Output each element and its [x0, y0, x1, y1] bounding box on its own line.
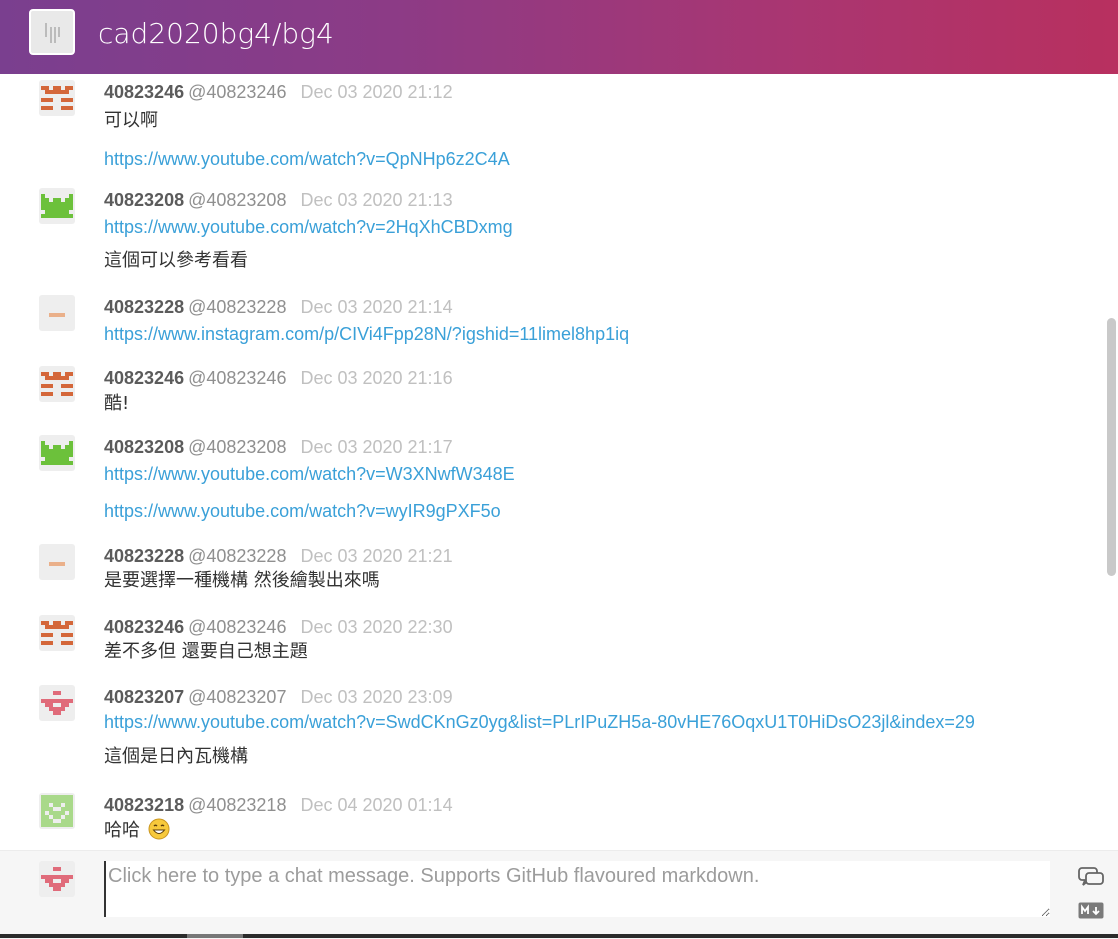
message-text: 酷! [104, 393, 130, 414]
user-avatar[interactable] [39, 685, 75, 721]
message-text-content: 哈哈 [104, 820, 140, 841]
user-avatar[interactable] [39, 615, 75, 651]
message-meta: 40823246 @40823246 Dec 03 2020 22:30 [104, 615, 453, 639]
message-link[interactable]: https://www.youtube.com/watch?v=wyIR9gPX… [104, 499, 501, 523]
window-bottom-edge [0, 934, 1118, 938]
user-handle[interactable]: @40823228 [188, 297, 286, 317]
identicon-pink-icon [41, 867, 73, 891]
user-handle[interactable]: @40823246 [188, 617, 286, 637]
scrollbar-thumb[interactable] [1107, 318, 1116, 576]
chat-composer [0, 850, 1118, 939]
user-avatar[interactable] [39, 80, 75, 116]
grinning-face-emoji-icon [148, 818, 170, 840]
message-link[interactable]: https://www.instagram.com/p/CIVi4Fpp28N/… [104, 322, 629, 346]
identicon-green-icon [41, 441, 73, 465]
message-meta: 40823228 @40823228 Dec 03 2020 21:14 [104, 295, 453, 319]
identicon-peach-icon [49, 562, 65, 566]
user-avatar[interactable] [39, 435, 75, 471]
markdown-icon[interactable] [1078, 902, 1104, 919]
user-avatar[interactable] [39, 793, 75, 829]
username[interactable]: 40823246 [104, 617, 184, 637]
message-text: 差不多但 還要自己想主題 [104, 641, 308, 662]
username[interactable]: 40823228 [104, 546, 184, 566]
username[interactable]: 40823208 [104, 437, 184, 457]
message-text: 哈哈 [104, 818, 170, 843]
message-meta: 40823207 @40823207 Dec 03 2020 23:09 [104, 685, 453, 709]
timestamp[interactable]: Dec 03 2020 22:30 [300, 617, 452, 637]
user-handle[interactable]: @40823218 [188, 795, 286, 815]
message-meta: 40823246 @40823246 Dec 03 2020 21:16 [104, 366, 453, 390]
user-handle[interactable]: @40823207 [188, 687, 286, 707]
timestamp[interactable]: Dec 03 2020 21:13 [300, 190, 452, 210]
user-handle[interactable]: @40823246 [188, 82, 286, 102]
message-link[interactable]: https://www.youtube.com/watch?v=SwdCKnGz… [104, 710, 975, 734]
username[interactable]: 40823246 [104, 82, 184, 102]
chat-bubbles-icon[interactable] [1077, 866, 1105, 890]
identicon-pink-icon [41, 691, 73, 715]
identicon-peach-icon [49, 313, 65, 317]
message-link[interactable]: https://www.youtube.com/watch?v=QpNHp6z2… [104, 147, 510, 171]
message-scrollbar[interactable] [1104, 74, 1118, 850]
identicon-orange-icon [41, 372, 73, 396]
timestamp[interactable]: Dec 03 2020 23:09 [300, 687, 452, 707]
username[interactable]: 40823228 [104, 297, 184, 317]
message-link[interactable]: https://www.youtube.com/watch?v=2HqXhCBD… [104, 215, 513, 239]
room-title[interactable]: cad2020bg4/bg4 [98, 17, 334, 51]
message-meta: 40823208 @40823208 Dec 03 2020 21:13 [104, 188, 453, 212]
user-avatar[interactable] [39, 295, 75, 331]
timestamp[interactable]: Dec 03 2020 21:14 [300, 297, 452, 317]
identicon-lightgreen-icon [41, 795, 73, 827]
room-header: cad2020bg4/bg4 [0, 0, 1118, 74]
timestamp[interactable]: Dec 04 2020 01:14 [300, 795, 452, 815]
message-meta: 40823228 @40823228 Dec 03 2020 21:21 [104, 544, 453, 568]
message-text: 這個是日內瓦機構 [104, 746, 248, 767]
timestamp[interactable]: Dec 03 2020 21:12 [300, 82, 452, 102]
user-handle[interactable]: @40823208 [188, 437, 286, 457]
message-list[interactable]: 40823246 @40823246 Dec 03 2020 21:12 可以啊 h… [0, 74, 1104, 850]
message-text: 這個可以參考看看 [104, 250, 248, 271]
current-user-avatar[interactable] [39, 861, 75, 897]
gitter-logo-icon [45, 23, 60, 43]
message-meta: 40823218 @40823218 Dec 04 2020 01:14 [104, 793, 453, 817]
user-handle[interactable]: @40823208 [188, 190, 286, 210]
chat-message-input[interactable] [104, 861, 1050, 917]
identicon-green-icon [41, 194, 73, 218]
user-avatar[interactable] [39, 544, 75, 580]
identicon-orange-icon [41, 621, 73, 645]
user-handle[interactable]: @40823228 [188, 546, 286, 566]
user-handle[interactable]: @40823246 [188, 368, 286, 388]
message-text: 是要選擇一種機構 然後繪製出來嗎 [104, 570, 380, 591]
room-avatar[interactable] [29, 9, 75, 55]
username[interactable]: 40823246 [104, 368, 184, 388]
user-avatar[interactable] [39, 366, 75, 402]
timestamp[interactable]: Dec 03 2020 21:17 [300, 437, 452, 457]
message-meta: 40823246 @40823246 Dec 03 2020 21:12 [104, 80, 453, 104]
user-avatar[interactable] [39, 188, 75, 224]
timestamp[interactable]: Dec 03 2020 21:21 [300, 546, 452, 566]
username[interactable]: 40823207 [104, 687, 184, 707]
username[interactable]: 40823218 [104, 795, 184, 815]
identicon-orange-icon [41, 86, 73, 110]
bottom-edge-segment [187, 934, 243, 938]
username[interactable]: 40823208 [104, 190, 184, 210]
timestamp[interactable]: Dec 03 2020 21:16 [300, 368, 452, 388]
message-text: 可以啊 [104, 110, 158, 131]
message-meta: 40823208 @40823208 Dec 03 2020 21:17 [104, 435, 453, 459]
message-link[interactable]: https://www.youtube.com/watch?v=W3XNwfW3… [104, 462, 515, 486]
